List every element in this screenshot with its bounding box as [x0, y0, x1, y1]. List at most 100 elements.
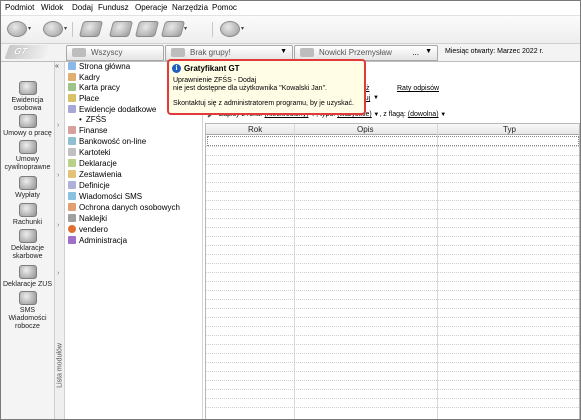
sidebar-item-rachunki[interactable]: Rachunki — [1, 203, 54, 227]
menu-dodaj[interactable]: Dodaj — [72, 3, 93, 12]
tree-item-finanse[interactable]: Finanse — [68, 126, 107, 136]
tree-item-bankowosc[interactable]: Bankowość on-line — [68, 137, 146, 147]
civil-contract-icon — [18, 140, 37, 154]
flag-filter-dropdown[interactable]: (dowolna) — [408, 111, 439, 118]
tree-item-naklejki[interactable]: Naklejki — [68, 214, 107, 224]
menu-podmiot[interactable]: Podmiot — [5, 3, 34, 12]
tax-declaration-icon — [18, 229, 37, 243]
sidebar-item-umowy-cywilne[interactable]: Umowy cywilnoprawne — [1, 140, 54, 172]
records-icon — [68, 105, 76, 113]
sidebar-item-deklaracje-skarbowe[interactable]: Deklaracje skarbowe — [1, 229, 54, 261]
tree-item-place[interactable]: Płace — [68, 94, 99, 104]
tree-item-ochrona-danych[interactable]: Ochrona danych osobowych — [68, 203, 180, 213]
tree-item-wiadomosci-sms[interactable]: Wiadomości SMS — [68, 192, 142, 202]
timecard-icon — [68, 83, 76, 91]
toolbar-separator — [212, 22, 213, 37]
empty-grid-row — [206, 353, 579, 354]
sms-icon — [68, 192, 76, 200]
sidebar-item-label: SMS Wiadomości robocze — [8, 307, 47, 330]
empty-grid-row — [206, 200, 579, 201]
sidebar-item-label: Deklaracje skarbowe — [10, 245, 45, 260]
column-header-typ[interactable]: Typ — [503, 125, 516, 134]
definitions-icon — [68, 181, 76, 189]
empty-grid-row — [206, 218, 579, 219]
tree-item-karta-pracy[interactable]: Karta pracy — [68, 83, 120, 93]
main-panel: ✕ Pokaż Raty odpisów Drukuj ▼ Zapisy z r… — [203, 62, 580, 419]
sidebar-item-sms[interactable]: SMS Wiadomości robocze — [1, 291, 54, 331]
tree-item-zestawienia[interactable]: Zestawienia — [68, 170, 122, 180]
menu-bar: Podmiot Widok Dodaj Fundusz Operacje Nar… — [1, 1, 580, 16]
menu-narzedzia[interactable]: Narzędzia — [172, 3, 208, 12]
menu-fundusz[interactable]: Fundusz — [98, 3, 129, 12]
payout-icon — [18, 176, 37, 190]
menu-pomoc[interactable]: Pomoc — [212, 3, 237, 12]
column-header-opis[interactable]: Opis — [357, 125, 373, 134]
empty-grid-row — [206, 263, 579, 264]
empty-grid-row — [206, 299, 579, 300]
grid-focus-row[interactable] — [207, 136, 579, 146]
notification-line-3: Skontaktuj się z administratorem program… — [173, 100, 354, 107]
empty-grid-row — [206, 335, 579, 336]
empty-grid-row — [206, 164, 579, 165]
menu-operacje[interactable]: Operacje — [135, 3, 167, 12]
tree-item-zfss[interactable]: • ZFŚS — [79, 115, 106, 125]
installments-link[interactable]: Raty odpisów — [397, 85, 439, 92]
empty-grid-row — [206, 173, 579, 174]
tree-item-strona-glowna[interactable]: Strona główna — [68, 62, 130, 72]
calculator-icon — [134, 21, 160, 37]
empty-grid-row — [206, 398, 579, 399]
tab-all-employees[interactable]: Wszyscy — [66, 45, 164, 61]
group-icon — [72, 48, 86, 57]
bill-icon — [18, 203, 37, 217]
sms-icon — [18, 291, 37, 305]
edit-icon — [43, 21, 63, 37]
sidebar-item-label: Deklaracje ZUS — [2, 281, 52, 288]
empty-grid-row — [206, 236, 579, 237]
empty-grid-row — [206, 389, 579, 390]
module-list-strip[interactable]: « › › › › Lista modułów — [55, 62, 65, 419]
navigation-tree: Strona główna Kadry Karta pracy Płace Ew… — [65, 62, 203, 419]
chevron-down-icon: ▾ — [241, 26, 245, 32]
new-icon — [7, 21, 27, 37]
people-icon — [18, 81, 37, 95]
eraser-icon — [108, 21, 134, 37]
chevron-down-icon: ▾ — [64, 26, 68, 32]
tree-item-deklaracje[interactable]: Deklaracje — [68, 159, 117, 169]
sidebar-item-umowy-prace[interactable]: Umowy o pracę — [1, 114, 54, 138]
empty-grid-row — [206, 281, 579, 282]
employee-more[interactable]: ... — [412, 48, 419, 57]
tree-item-administracja[interactable]: Administracja — [68, 236, 127, 246]
empty-grid-row — [206, 209, 579, 210]
employee-select-label: Nowicki Przemysław — [319, 48, 392, 57]
collapse-icon[interactable]: « — [55, 63, 59, 70]
tree-item-kadry[interactable]: Kadry — [68, 73, 100, 83]
empty-grid-row — [206, 290, 579, 291]
notification-line-1: Uprawnienie ZFŚS - Dodaj — [173, 77, 257, 84]
tree-item-definicje[interactable]: Definicje — [68, 181, 110, 191]
chevron-right-icon: › — [57, 222, 60, 229]
tree-item-ewidencje-dodatkowe[interactable]: Ewidencje dodatkowe — [68, 105, 156, 115]
sidebar-item-label: Wypłaty — [15, 192, 40, 199]
column-header-rok[interactable]: Rok — [248, 125, 262, 134]
chevron-down-icon: ▼ — [280, 48, 287, 55]
sidebar-item-deklaracje-zus[interactable]: Deklaracje ZUS — [1, 265, 54, 289]
chevron-right-icon: › — [57, 270, 60, 277]
print-icon — [160, 21, 186, 37]
tree-item-kartoteki[interactable]: Kartoteki — [68, 148, 111, 158]
info-icon: i — [172, 64, 181, 73]
sidebar-item-ewidencja[interactable]: Ewidencja osobowa — [1, 81, 54, 113]
menu-widok[interactable]: Widok — [41, 3, 63, 12]
sidebar-item-wyplaty[interactable]: Wypłaty — [1, 176, 54, 200]
chevron-down-icon: ▼ — [373, 95, 379, 101]
label-icon — [68, 214, 76, 222]
declaration-icon — [68, 159, 76, 167]
filter-flag-label: , z flagą: — [379, 111, 406, 118]
empty-grid-row — [206, 326, 579, 327]
group-select-label: Brak grupy! — [190, 48, 231, 57]
records-grid[interactable]: Rok Opis Typ — [205, 123, 580, 419]
vendero-icon — [68, 225, 76, 233]
tree-item-vendero[interactable]: vendero — [68, 225, 108, 235]
help-icon — [220, 21, 240, 37]
sidebar-item-label: Umowy o pracę — [3, 130, 52, 137]
finance-icon — [68, 126, 76, 134]
